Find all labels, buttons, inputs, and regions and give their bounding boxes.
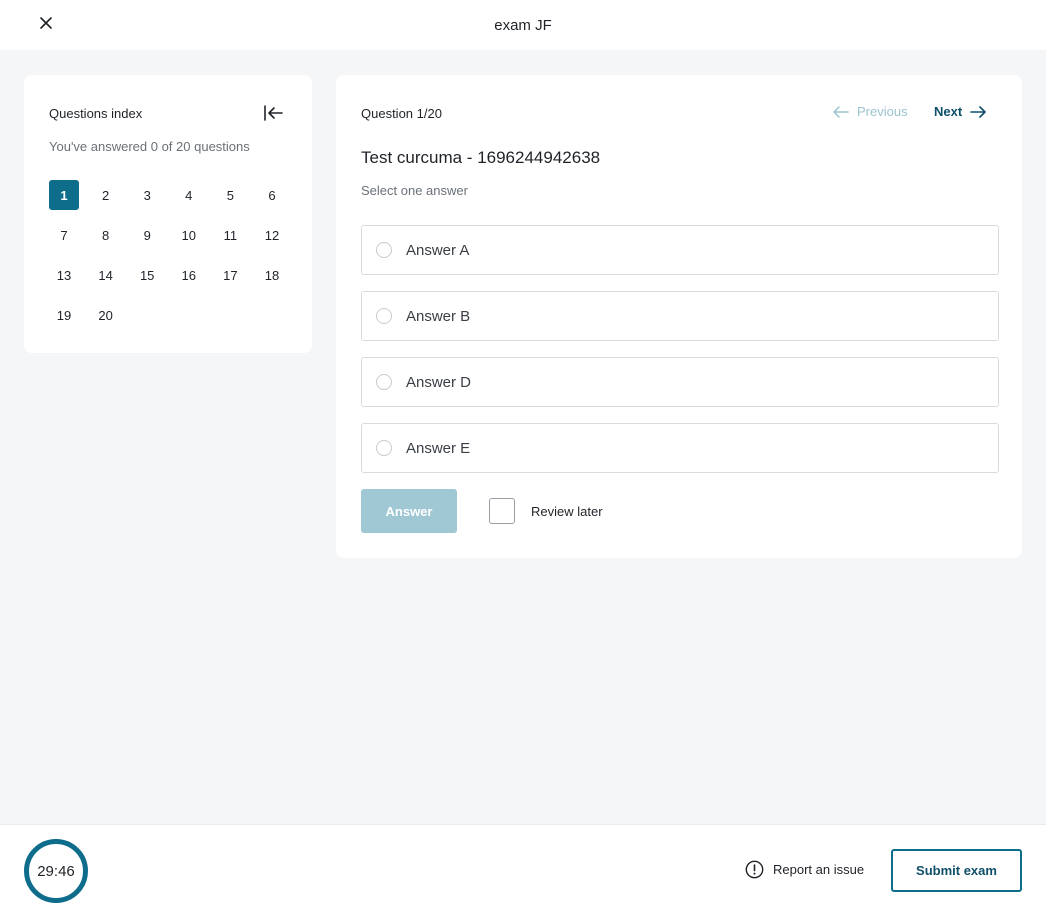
timer-value: 29:46 [37,862,75,880]
question-counter: Question 1/20 [361,106,442,121]
next-label: Next [934,104,963,119]
question-number-18[interactable]: 18 [257,260,287,290]
report-issue-label: Report an issue [773,862,865,877]
review-later-checkbox[interactable]: Review later [489,498,603,524]
question-number-6[interactable]: 6 [257,180,287,210]
alert-circle-icon [745,860,764,879]
question-number-17[interactable]: 17 [215,260,245,290]
question-number-11[interactable]: 11 [215,220,245,250]
exam-title: exam JF [494,16,552,34]
answer-option[interactable]: Answer D [361,357,999,407]
question-number-2[interactable]: 2 [91,180,121,210]
arrow-right-icon [970,105,986,118]
question-number-12[interactable]: 12 [257,220,287,250]
bottom-bar: 29:46 Report an issue Submit exam [0,824,1046,907]
answer-options: Answer A Answer B Answer D Answer E [361,225,999,489]
question-number-8[interactable]: 8 [91,220,121,250]
answer-label: Answer B [406,307,471,325]
answer-option[interactable]: Answer E [361,423,999,473]
countdown-timer: 29:46 [24,839,88,903]
question-number-1[interactable]: 1 [49,180,79,210]
question-number-9[interactable]: 9 [132,220,162,250]
top-bar: exam JF [0,0,1046,50]
answered-summary: You've answered 0 of 20 questions [49,139,250,154]
radio-button[interactable] [376,242,392,258]
report-issue-button[interactable]: Report an issue [745,860,864,879]
question-number-13[interactable]: 13 [49,260,79,290]
previous-button[interactable]: Previous [833,104,908,119]
question-number-14[interactable]: 14 [91,260,121,290]
question-number-15[interactable]: 15 [132,260,162,290]
radio-button[interactable] [376,308,392,324]
question-instruction: Select one answer [361,183,468,198]
checkbox-box[interactable] [489,498,515,524]
next-button[interactable]: Next [934,104,986,119]
collapse-index-button[interactable] [262,103,284,123]
question-number-19[interactable]: 19 [49,300,79,330]
answer-button[interactable]: Answer [361,489,457,533]
question-panel: Question 1/20 Previous Next Test curcuma… [336,75,1022,558]
answer-label: Answer A [406,241,470,259]
question-number-3[interactable]: 3 [132,180,162,210]
answer-label: Answer E [406,439,471,457]
question-number-20[interactable]: 20 [91,300,121,330]
question-number-10[interactable]: 10 [174,220,204,250]
previous-label: Previous [857,104,908,119]
question-title: Test curcuma - 1696244942638 [361,148,601,167]
review-later-label: Review later [531,503,603,519]
submit-exam-button[interactable]: Submit exam [891,849,1022,892]
question-number-16[interactable]: 16 [174,260,204,290]
question-number-5[interactable]: 5 [215,180,245,210]
arrow-left-icon [833,105,849,118]
question-number-4[interactable]: 4 [174,180,204,210]
close-button[interactable] [34,11,58,35]
questions-index-title: Questions index [49,106,143,121]
radio-button[interactable] [376,374,392,390]
answer-option[interactable]: Answer A [361,225,999,275]
question-number-grid: 1 2 3 4 5 6 7 8 9 10 11 12 13 14 15 16 17 18 19 20 [49,180,287,330]
questions-index-panel: Questions index You've answered 0 of 20 … [24,75,312,353]
close-icon [40,17,52,29]
question-number-7[interactable]: 7 [49,220,79,250]
collapse-left-icon [264,105,283,121]
radio-button[interactable] [376,440,392,456]
answer-label: Answer D [406,373,472,391]
answer-option[interactable]: Answer B [361,291,999,341]
